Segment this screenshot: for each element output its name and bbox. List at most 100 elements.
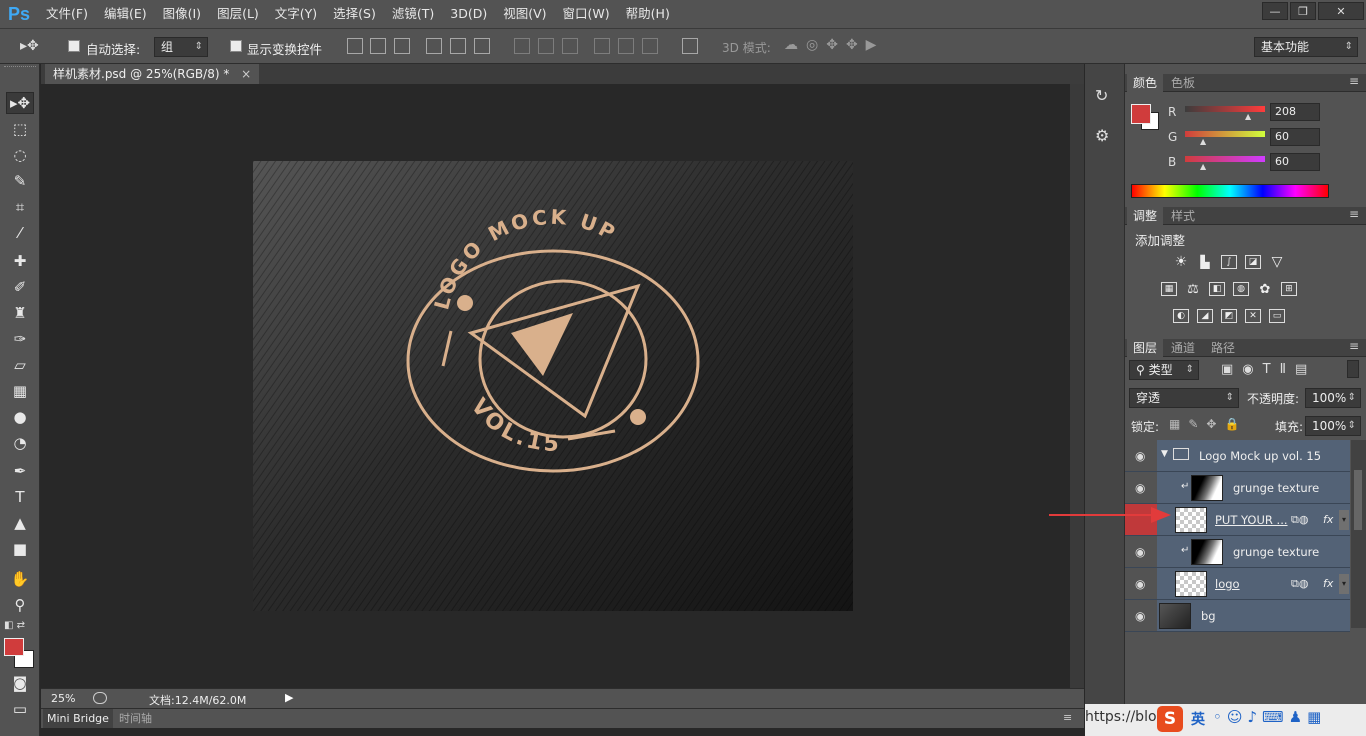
- channel-mixer-icon[interactable]: ✿: [1257, 282, 1273, 297]
- move-tool-preset-icon[interactable]: ▸✥: [20, 38, 39, 54]
- toolbar-grip[interactable]: [4, 66, 36, 70]
- menu-help[interactable]: 帮助(H): [618, 0, 678, 28]
- selective-color-icon[interactable]: ✕: [1245, 309, 1261, 323]
- marquee-tool-icon[interactable]: ⬚: [6, 118, 34, 140]
- adjust-panel-menu-icon[interactable]: ≡: [1349, 207, 1359, 221]
- color-spectrum-bar[interactable]: [1131, 184, 1329, 198]
- path-select-tool-icon[interactable]: ▲: [6, 512, 34, 534]
- tab-swatches[interactable]: 色板: [1165, 74, 1201, 92]
- fx-expand-icon[interactable]: ▾: [1339, 574, 1349, 594]
- show-transform-checkbox[interactable]: [230, 40, 242, 52]
- layer-filter-dropdown[interactable]: ⚲ 类型: [1129, 360, 1199, 380]
- distribute-vcenter-icon[interactable]: [538, 38, 554, 54]
- eraser-tool-icon[interactable]: ▱: [6, 354, 34, 376]
- hand-tool-icon[interactable]: ✋: [6, 568, 34, 590]
- opacity-input[interactable]: 100%: [1305, 388, 1361, 408]
- distribute-hcenter-icon[interactable]: [618, 38, 634, 54]
- layer-visibility-cell[interactable]: ◉: [1125, 536, 1157, 568]
- layer-row-put-your[interactable]: PUT YOUR ... ⧉◍ fx ▾: [1157, 504, 1350, 536]
- channel-g-input[interactable]: 60: [1270, 128, 1320, 146]
- align-top-icon[interactable]: [347, 38, 363, 54]
- layers-scroll-thumb[interactable]: [1354, 470, 1362, 530]
- menu-file[interactable]: 文件(F): [38, 0, 96, 28]
- tab-channels[interactable]: 通道: [1165, 339, 1201, 357]
- group-expand-icon[interactable]: ▼: [1161, 449, 1168, 459]
- restore-button[interactable]: ❐: [1290, 2, 1316, 20]
- distribute-left-icon[interactable]: [594, 38, 610, 54]
- minimize-button[interactable]: —: [1262, 2, 1288, 20]
- canvas-area[interactable]: LOGO MOCK UP VOL.15: [41, 84, 1070, 688]
- threshold-icon[interactable]: ◩: [1221, 309, 1237, 323]
- 3d-mode-icons[interactable]: ☁◎✥✥▶: [784, 37, 884, 53]
- auto-select-dropdown[interactable]: 组: [154, 37, 208, 57]
- lock-icons[interactable]: ▦✎✥🔒: [1169, 417, 1247, 431]
- zoom-level[interactable]: 25%: [51, 692, 75, 705]
- levels-icon[interactable]: ▙: [1197, 255, 1213, 269]
- auto-select-checkbox[interactable]: [68, 40, 80, 52]
- layer-row-grunge-texture[interactable]: ↵ grunge texture: [1157, 472, 1350, 504]
- menu-edit[interactable]: 编辑(E): [96, 0, 155, 28]
- menu-layer[interactable]: 图层(L): [209, 0, 267, 28]
- menu-3d[interactable]: 3D(D): [442, 0, 495, 28]
- tab-layers[interactable]: 图层: [1127, 339, 1164, 357]
- ime-toolbar-icons[interactable]: ◦☺♪⌨♟▦: [1213, 708, 1326, 726]
- fx-expand-icon[interactable]: ▾: [1339, 510, 1349, 530]
- status-info-icon[interactable]: [93, 692, 107, 704]
- brush-tool-icon[interactable]: ✐: [6, 276, 34, 298]
- eye-icon[interactable]: ◉: [1135, 578, 1147, 590]
- eyedropper-tool-icon[interactable]: ⁄: [6, 222, 34, 244]
- channel-r-slider[interactable]: [1185, 106, 1265, 112]
- default-colors-icon[interactable]: ◧ ⇄: [4, 620, 25, 631]
- layer-filter-toggle[interactable]: [1347, 360, 1359, 378]
- menu-filter[interactable]: 滤镜(T): [384, 0, 442, 28]
- distribute-top-icon[interactable]: [514, 38, 530, 54]
- menu-type[interactable]: 文字(Y): [267, 0, 325, 28]
- tab-color[interactable]: 颜色: [1127, 74, 1164, 92]
- menu-select[interactable]: 选择(S): [325, 0, 384, 28]
- layer-row-logo[interactable]: logo ⧉◍ fx ▾: [1157, 568, 1350, 600]
- eye-icon[interactable]: ◉: [1135, 450, 1147, 462]
- exposure-icon[interactable]: ◪: [1245, 255, 1261, 269]
- align-hcenter-icon[interactable]: [450, 38, 466, 54]
- layer-row-group[interactable]: ▼ Logo Mock up vol. 15: [1157, 440, 1350, 472]
- channel-b-handle[interactable]: ▲: [1200, 162, 1206, 171]
- channel-b-slider[interactable]: [1185, 156, 1265, 162]
- color-fg-swatch[interactable]: [1131, 104, 1151, 124]
- distribute-right-icon[interactable]: [642, 38, 658, 54]
- hue-saturation-icon[interactable]: ▦: [1161, 282, 1177, 296]
- black-white-icon[interactable]: ◧: [1209, 282, 1225, 296]
- distribute-bottom-icon[interactable]: [562, 38, 578, 54]
- photo-filter-icon[interactable]: ◍: [1233, 282, 1249, 296]
- dodge-tool-icon[interactable]: ◔: [6, 432, 34, 454]
- color-lookup-icon[interactable]: ⊞: [1281, 282, 1297, 296]
- document-tab[interactable]: 样机素材.psd @ 25%(RGB/8) * ×: [45, 64, 260, 84]
- close-button[interactable]: ✕: [1318, 2, 1364, 20]
- foreground-color-swatch[interactable]: [4, 638, 24, 656]
- lasso-tool-icon[interactable]: ◌: [6, 144, 34, 166]
- layers-panel-menu-icon[interactable]: ≡: [1349, 339, 1359, 353]
- align-left-icon[interactable]: [426, 38, 442, 54]
- status-menu-arrow-icon[interactable]: ▶: [285, 691, 293, 704]
- layer-visibility-cell[interactable]: ◉: [1125, 440, 1157, 472]
- layer-visibility-cell[interactable]: ◉: [1125, 472, 1157, 504]
- shape-tool-icon[interactable]: ■: [6, 538, 34, 560]
- channel-r-input[interactable]: 208: [1270, 103, 1320, 121]
- canvas-vertical-scrollbar[interactable]: [1070, 84, 1084, 688]
- color-panel-menu-icon[interactable]: ≡: [1349, 74, 1359, 88]
- auto-align-icon[interactable]: [682, 38, 698, 54]
- blend-mode-dropdown[interactable]: 穿透: [1129, 388, 1239, 408]
- layer-row-bg[interactable]: bg: [1157, 600, 1350, 632]
- layer-fx-icon[interactable]: fx: [1323, 577, 1333, 590]
- tab-styles[interactable]: 样式: [1165, 207, 1201, 225]
- curves-icon[interactable]: ∫: [1221, 255, 1237, 269]
- layer-fx-icon[interactable]: fx: [1323, 513, 1333, 526]
- layer-filter-icons[interactable]: ▣◉TⅡ▤: [1221, 362, 1316, 377]
- align-vcenter-icon[interactable]: [370, 38, 386, 54]
- align-right-icon[interactable]: [474, 38, 490, 54]
- pen-tool-icon[interactable]: ✒: [6, 460, 34, 482]
- color-balance-icon[interactable]: ⚖: [1185, 282, 1201, 297]
- properties-panel-icon[interactable]: ⚙: [1095, 126, 1109, 145]
- tab-timeline[interactable]: 时间轴: [119, 709, 152, 728]
- fill-input[interactable]: 100%: [1305, 416, 1361, 436]
- tab-mini-bridge[interactable]: Mini Bridge: [43, 709, 113, 728]
